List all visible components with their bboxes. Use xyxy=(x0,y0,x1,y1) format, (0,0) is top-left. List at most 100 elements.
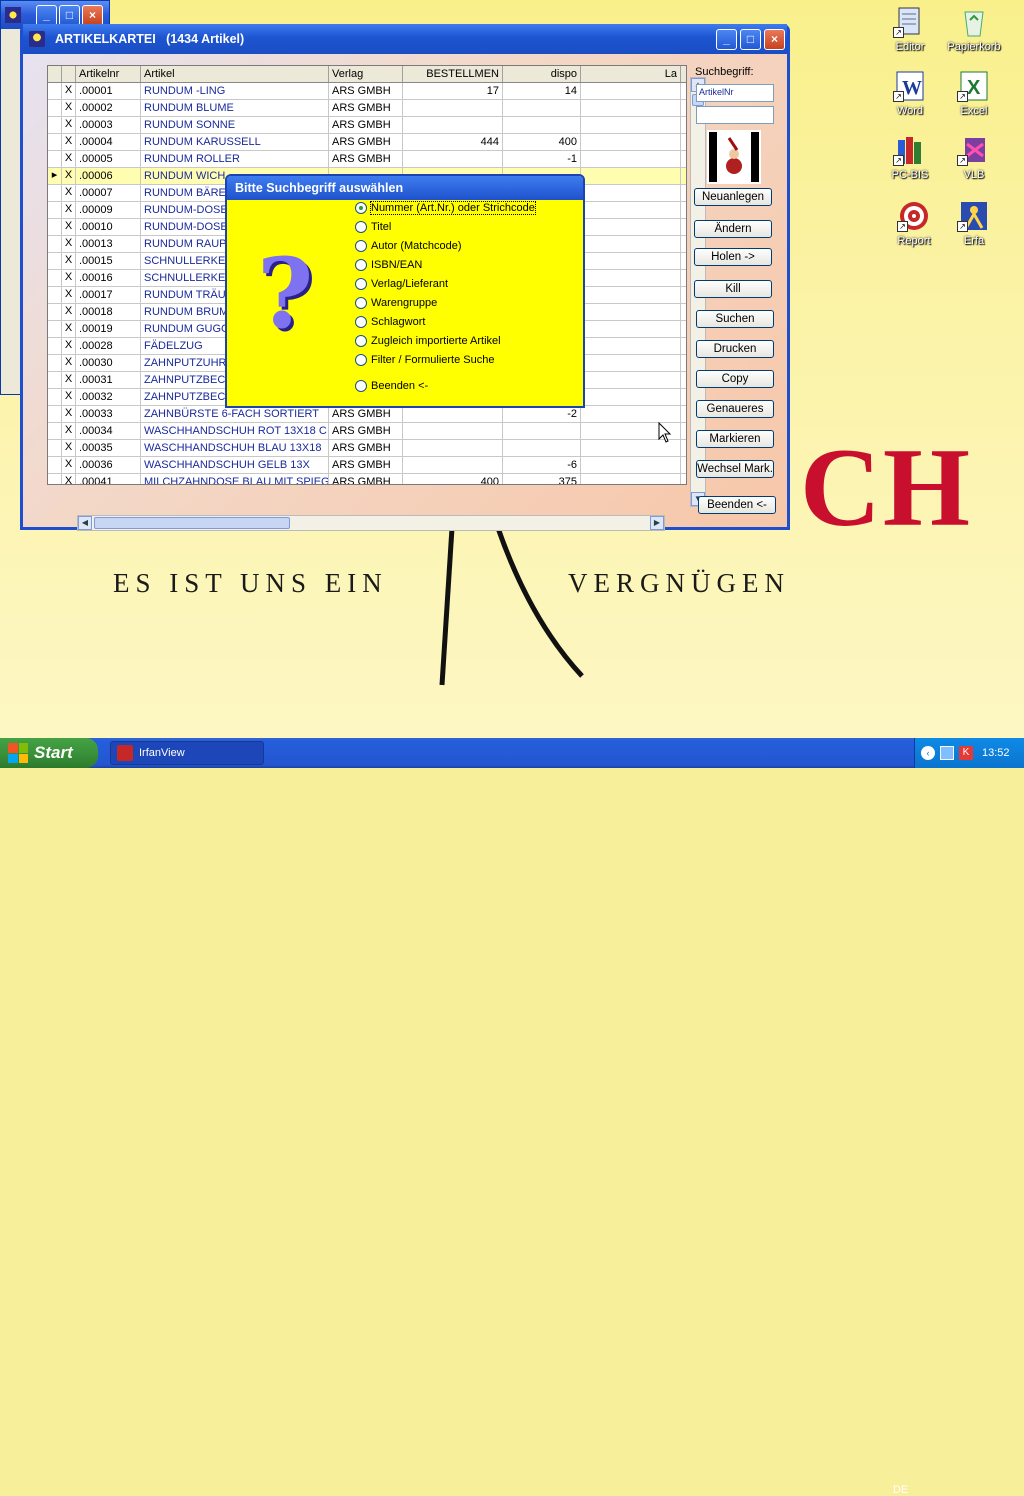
editor-icon: ↗ xyxy=(893,6,927,38)
table-row[interactable]: X .00004 RUNDUM KARUSSELL ARS GMBH 444 400 xyxy=(48,134,686,151)
background-close-button[interactable]: × xyxy=(82,4,103,26)
radio-button[interactable] xyxy=(355,240,367,252)
tray-expand-icon[interactable]: ‹ xyxy=(921,746,935,760)
column-header-lager[interactable]: La xyxy=(581,66,681,82)
search-option[interactable]: Filter / Formulierte Suche xyxy=(355,354,494,366)
wechsel-mark-button[interactable]: Wechsel Mark. xyxy=(696,460,774,478)
taskbar-item-irfanview[interactable]: IrfanView xyxy=(110,741,264,765)
search-option[interactable]: Warengruppe xyxy=(355,297,437,309)
row-flag: X xyxy=(62,440,76,456)
desktop-icon-pcbis[interactable]: ↗ PC-BIS xyxy=(878,134,942,181)
column-header-dispo[interactable]: dispo xyxy=(503,66,581,82)
tray-network-icon[interactable] xyxy=(940,746,954,760)
table-row[interactable]: X .00041 MILCHZAHNDOSE BLAU MIT SPIEGI ARS … xyxy=(48,474,686,484)
table-row[interactable]: X .00033 ZAHNBÜRSTE 6-FACH SORTIERT ARS GMB… xyxy=(48,406,686,423)
cell-verlag: ARS GMBH xyxy=(329,134,403,150)
cell-artikelnr: .00016 xyxy=(76,270,141,286)
cell-artikelnr: .00018 xyxy=(76,304,141,320)
desktop-icon-word[interactable]: W ↗ Word xyxy=(878,70,942,117)
column-header-artikelnr[interactable]: Artikelnr xyxy=(76,66,141,82)
row-flag: X xyxy=(62,389,76,405)
desktop-icon-editor[interactable]: ↗ Editor xyxy=(878,6,942,53)
radio-button[interactable] xyxy=(355,221,367,233)
desktop-icon-vlb[interactable]: ↗ VLB xyxy=(942,134,1006,181)
row-flag: X xyxy=(62,423,76,439)
table-row[interactable]: X .00034 WASCHHANDSCHUH ROT 13X18 C ARS GMB… xyxy=(48,423,686,440)
maximize-button[interactable]: □ xyxy=(740,28,761,50)
table-row[interactable]: X .00002 RUNDUM BLUME ARS GMBH xyxy=(48,100,686,117)
product-image xyxy=(707,130,761,184)
cell-verlag: ARS GMBH xyxy=(329,151,403,167)
radio-button[interactable] xyxy=(355,278,367,290)
search-criteria-dialog[interactable]: Bitte Suchbegriff auswählen ? Nummer (Ar… xyxy=(225,174,585,408)
horizontal-scrollbar[interactable]: ◀ ▶ xyxy=(77,515,665,531)
suchen-button[interactable]: Suchen xyxy=(696,310,774,328)
cell-artikel: RUNDUM KARUSSELL xyxy=(141,134,329,150)
cell-bestellmenge xyxy=(403,423,503,439)
holen-button[interactable]: Holen -> xyxy=(694,248,772,266)
search-option[interactable]: Autor (Matchcode) xyxy=(355,240,461,252)
radio-button[interactable] xyxy=(355,354,367,366)
radio-button[interactable] xyxy=(355,259,367,271)
search-option[interactable]: Schlagwort xyxy=(355,316,425,328)
svg-text:X: X xyxy=(967,77,981,99)
cell-lager xyxy=(581,389,681,405)
radio-button[interactable] xyxy=(355,297,367,309)
cell-artikelnr: .00032 xyxy=(76,389,141,405)
radio-button[interactable] xyxy=(355,380,367,392)
desktop-icon-erfa[interactable]: ↗ Erfa xyxy=(942,200,1006,247)
search-option[interactable]: ISBN/EAN xyxy=(355,259,422,271)
drucken-button[interactable]: Drucken xyxy=(696,340,774,358)
window-titlebar[interactable]: ARTIKELKARTEI (1434 Artikel) _ □ × xyxy=(23,24,787,54)
search-option[interactable]: Zugleich importierte Artikel xyxy=(355,335,501,347)
desktop-icon-excel[interactable]: X ↗ Excel xyxy=(942,70,1006,117)
neuanlegen-button[interactable]: Neuanlegen xyxy=(694,188,772,206)
column-header-artikel[interactable]: Artikel xyxy=(141,66,329,82)
radio-button[interactable] xyxy=(355,202,367,214)
table-row[interactable]: X .00036 WASCHHANDSCHUH GELB 13X ARS GMBH -6 xyxy=(48,457,686,474)
beenden-button[interactable]: Beenden <- xyxy=(698,496,776,514)
desktop-icon-report[interactable]: ↗ Report xyxy=(882,200,946,247)
scroll-left-button[interactable]: ◀ xyxy=(78,516,92,530)
search-option[interactable]: Titel xyxy=(355,221,391,233)
cell-lager xyxy=(581,134,681,150)
background-maximize-button[interactable]: □ xyxy=(59,4,80,26)
row-indicator xyxy=(48,372,62,388)
background-window-app-icon xyxy=(5,7,21,23)
search-input[interactable] xyxy=(696,106,774,124)
tray-app-icon[interactable]: K xyxy=(959,746,973,760)
background-minimize-button[interactable]: _ xyxy=(36,4,57,26)
desktop-icon-papierkorb[interactable]: Papierkorb xyxy=(942,6,1006,53)
row-flag: X xyxy=(62,457,76,473)
radio-button[interactable] xyxy=(355,335,367,347)
search-option[interactable]: Verlag/Lieferant xyxy=(355,278,448,290)
minimize-button[interactable]: _ xyxy=(716,28,737,50)
close-button[interactable]: × xyxy=(764,28,785,50)
radio-button[interactable] xyxy=(355,316,367,328)
table-row[interactable]: X .00035 WASCHHANDSCHUH BLAU 13X18 ARS GMBH xyxy=(48,440,686,457)
kill-button[interactable]: Kill xyxy=(694,280,772,298)
table-row[interactable]: X .00005 RUNDUM ROLLER ARS GMBH -1 xyxy=(48,151,686,168)
row-flag: X xyxy=(62,185,76,201)
markieren-button[interactable]: Markieren xyxy=(696,430,774,448)
search-option[interactable]: Nummer (Art.Nr.) oder Strichcode xyxy=(355,201,536,215)
cell-lager xyxy=(581,168,681,184)
irfanview-icon xyxy=(117,745,133,761)
horizontal-scroll-thumb[interactable] xyxy=(94,517,290,529)
start-button[interactable]: Start xyxy=(0,738,98,768)
table-row[interactable]: X .00001 RUNDUM -LING ARS GMBH 17 14 xyxy=(48,83,686,100)
suchbegriff-field[interactable]: ArtikelNr xyxy=(696,84,774,102)
cell-artikelnr: .00035 xyxy=(76,440,141,456)
scroll-right-button[interactable]: ▶ xyxy=(650,516,664,530)
cell-artikelnr: .00006 xyxy=(76,168,141,184)
aendern-button[interactable]: Ändern xyxy=(694,220,772,238)
copy-button[interactable]: Copy xyxy=(696,370,774,388)
genaueres-button[interactable]: Genaueres xyxy=(696,400,774,418)
row-indicator xyxy=(48,474,62,484)
table-row[interactable]: X .00003 RUNDUM SONNE ARS GMBH xyxy=(48,117,686,134)
column-header-bestellmenge[interactable]: BESTELLMEN xyxy=(403,66,503,82)
search-option[interactable]: Beenden <- xyxy=(355,380,428,392)
language-indicator[interactable]: DE xyxy=(893,1484,908,1496)
cell-artikel: RUNDUM -LING xyxy=(141,83,329,99)
column-header-verlag[interactable]: Verlag xyxy=(329,66,403,82)
